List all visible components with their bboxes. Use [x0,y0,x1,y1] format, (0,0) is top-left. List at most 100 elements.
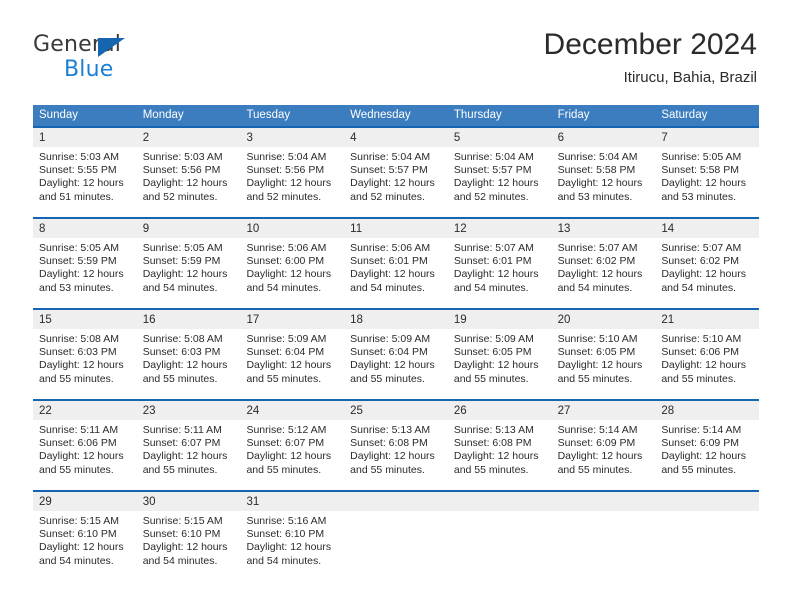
daylight-text-line1: Daylight: 12 hours [557,359,643,372]
sunrise-text: Sunrise: 5:04 AM [350,151,431,163]
day-cell[interactable]: 11 Sunrise: 5:06 AM Sunset: 6:01 PM Dayl… [344,219,448,308]
daylight-text-line1: Daylight: 12 hours [557,177,643,190]
sunrise-text: Sunrise: 5:06 AM [246,242,327,254]
daylight-text-line1: Daylight: 12 hours [350,359,435,372]
sunset-text: Sunset: 5:59 PM [39,255,117,268]
daylight-text-line1: Daylight: 12 hours [142,177,228,190]
day-cell[interactable]: 15 Sunrise: 5:08 AM Sunset: 6:03 PM Dayl… [33,310,137,399]
day-details: Sunrise: 5:04 AM Sunset: 5:57 PM Dayligh… [344,147,448,204]
weekday-header-tuesday: Tuesday [246,109,291,121]
day-cell[interactable]: 30 Sunrise: 5:15 AM Sunset: 6:10 PM Dayl… [136,492,241,581]
day-number: 25 [344,401,448,420]
sunrise-text: Sunrise: 5:09 AM [350,333,431,345]
daylight-text-line2: and 55 minutes. [142,372,218,385]
sunrise-text: Sunrise: 5:05 AM [661,151,742,163]
day-cell[interactable]: 7 Sunrise: 5:05 AM Sunset: 5:58 PM Dayli… [655,128,760,217]
day-cell[interactable]: 8 Sunrise: 5:05 AM Sunset: 5:59 PM Dayli… [33,219,137,308]
day-cell[interactable]: 9 Sunrise: 5:05 AM Sunset: 5:59 PM Dayli… [136,219,241,308]
day-number: 13 [551,219,656,238]
sunrise-text: Sunrise: 5:04 AM [246,151,327,163]
sunrise-text: Sunrise: 5:09 AM [246,333,327,345]
sunrise-text: Sunrise: 5:13 AM [453,424,534,436]
day-cell[interactable]: 27 Sunrise: 5:14 AM Sunset: 6:09 PM Dayl… [551,401,656,490]
day-cell[interactable]: 4 Sunrise: 5:04 AM Sunset: 5:57 PM Dayli… [344,128,448,217]
sunset-text: Sunset: 6:04 PM [350,346,428,359]
day-number: 21 [655,310,760,329]
weekday-header-friday: Friday [557,109,590,121]
day-details: Sunrise: 5:03 AM Sunset: 5:56 PM Dayligh… [137,147,241,204]
day-cell[interactable]: 13 Sunrise: 5:07 AM Sunset: 6:02 PM Dayl… [551,219,656,308]
daylight-text-line1: Daylight: 12 hours [39,268,124,281]
day-details: Sunrise: 5:07 AM Sunset: 6:02 PM Dayligh… [655,238,759,295]
day-number: 29 [33,492,137,511]
day-details: Sunrise: 5:11 AM Sunset: 6:06 PM Dayligh… [33,420,137,477]
daylight-text-line1: Daylight: 12 hours [453,359,539,372]
day-details: Sunrise: 5:12 AM Sunset: 6:07 PM Dayligh… [240,420,344,477]
sunset-text: Sunset: 6:10 PM [142,528,221,541]
daylight-text-line1: Daylight: 12 hours [453,268,539,281]
day-cell[interactable]: 25 Sunrise: 5:13 AM Sunset: 6:08 PM Dayl… [344,401,448,490]
calendar-grid: Sunday Monday Tuesday Wednesday Thursday… [33,105,760,581]
day-cell-empty [551,492,656,581]
sunrise-text: Sunrise: 5:11 AM [142,424,222,436]
sunrise-text: Sunrise: 5:08 AM [39,333,119,345]
day-cell[interactable]: 10 Sunrise: 5:06 AM Sunset: 6:00 PM Dayl… [240,219,345,308]
weekday-header-saturday: Saturday [661,109,708,121]
day-cell[interactable]: 5 Sunrise: 5:04 AM Sunset: 5:57 PM Dayli… [447,128,552,217]
day-cell[interactable]: 20 Sunrise: 5:10 AM Sunset: 6:05 PM Dayl… [551,310,656,399]
day-details: Sunrise: 5:05 AM Sunset: 5:58 PM Dayligh… [655,147,759,204]
day-number: 12 [447,219,552,238]
day-details: Sunrise: 5:04 AM Sunset: 5:57 PM Dayligh… [448,147,552,204]
sunset-text: Sunset: 5:56 PM [246,164,325,177]
generalblue-logo[interactable]: General Blue [33,32,233,88]
day-cell[interactable]: 31 Sunrise: 5:16 AM Sunset: 6:10 PM Dayl… [240,492,345,581]
day-cell[interactable]: 6 Sunrise: 5:04 AM Sunset: 5:58 PM Dayli… [551,128,656,217]
day-cell[interactable]: 29 Sunrise: 5:15 AM Sunset: 6:10 PM Dayl… [33,492,137,581]
weekday-header-wednesday: Wednesday [350,109,411,121]
daylight-text-line1: Daylight: 12 hours [39,177,124,190]
day-number: 30 [136,492,241,511]
day-number: 16 [136,310,241,329]
day-cell[interactable]: 14 Sunrise: 5:07 AM Sunset: 6:02 PM Dayl… [655,219,760,308]
day-cell[interactable]: 19 Sunrise: 5:09 AM Sunset: 6:05 PM Dayl… [447,310,552,399]
sunrise-text: Sunrise: 5:13 AM [350,424,431,436]
day-number [551,492,656,511]
sunrise-text: Sunrise: 5:15 AM [142,515,223,527]
daylight-text-line2: and 55 minutes. [39,463,114,476]
sunset-text: Sunset: 5:56 PM [142,164,221,177]
day-details: Sunrise: 5:08 AM Sunset: 6:03 PM Dayligh… [137,329,241,386]
day-cell[interactable]: 28 Sunrise: 5:14 AM Sunset: 6:09 PM Dayl… [655,401,760,490]
day-number: 22 [33,401,137,420]
sunset-text: Sunset: 6:08 PM [350,437,428,450]
day-details: Sunrise: 5:15 AM Sunset: 6:10 PM Dayligh… [33,511,137,568]
day-cell[interactable]: 26 Sunrise: 5:13 AM Sunset: 6:08 PM Dayl… [447,401,552,490]
daylight-text-line1: Daylight: 12 hours [661,177,746,190]
daylight-text-line2: and 52 minutes. [453,190,529,203]
sunrise-text: Sunrise: 5:16 AM [246,515,327,527]
day-cell[interactable]: 22 Sunrise: 5:11 AM Sunset: 6:06 PM Dayl… [33,401,137,490]
sunrise-text: Sunrise: 5:03 AM [39,151,119,163]
day-cell[interactable]: 12 Sunrise: 5:07 AM Sunset: 6:01 PM Dayl… [447,219,552,308]
sunset-text: Sunset: 6:03 PM [39,346,117,359]
sunrise-text: Sunrise: 5:14 AM [661,424,742,436]
week-row: 29 Sunrise: 5:15 AM Sunset: 6:10 PM Dayl… [33,490,760,581]
day-cell[interactable]: 18 Sunrise: 5:09 AM Sunset: 6:04 PM Dayl… [344,310,448,399]
day-cell[interactable]: 16 Sunrise: 5:08 AM Sunset: 6:03 PM Dayl… [136,310,241,399]
day-cell[interactable]: 2 Sunrise: 5:03 AM Sunset: 5:56 PM Dayli… [136,128,241,217]
day-cell[interactable]: 21 Sunrise: 5:10 AM Sunset: 6:06 PM Dayl… [655,310,760,399]
daylight-text-line2: and 53 minutes. [661,190,737,203]
day-cell[interactable]: 23 Sunrise: 5:11 AM Sunset: 6:07 PM Dayl… [136,401,241,490]
day-cell[interactable]: 1 Sunrise: 5:03 AM Sunset: 5:55 PM Dayli… [33,128,137,217]
day-number: 20 [551,310,656,329]
day-cell[interactable]: 24 Sunrise: 5:12 AM Sunset: 6:07 PM Dayl… [240,401,345,490]
sunrise-text: Sunrise: 5:03 AM [142,151,223,163]
day-details: Sunrise: 5:10 AM Sunset: 6:06 PM Dayligh… [655,329,759,386]
sunset-text: Sunset: 5:55 PM [39,164,117,177]
day-cell[interactable]: 3 Sunrise: 5:04 AM Sunset: 5:56 PM Dayli… [240,128,345,217]
day-number: 27 [551,401,656,420]
sunset-text: Sunset: 6:01 PM [350,255,428,268]
day-cell[interactable]: 17 Sunrise: 5:09 AM Sunset: 6:04 PM Dayl… [240,310,345,399]
sunrise-text: Sunrise: 5:04 AM [453,151,534,163]
day-number [344,492,448,511]
day-number: 23 [136,401,241,420]
